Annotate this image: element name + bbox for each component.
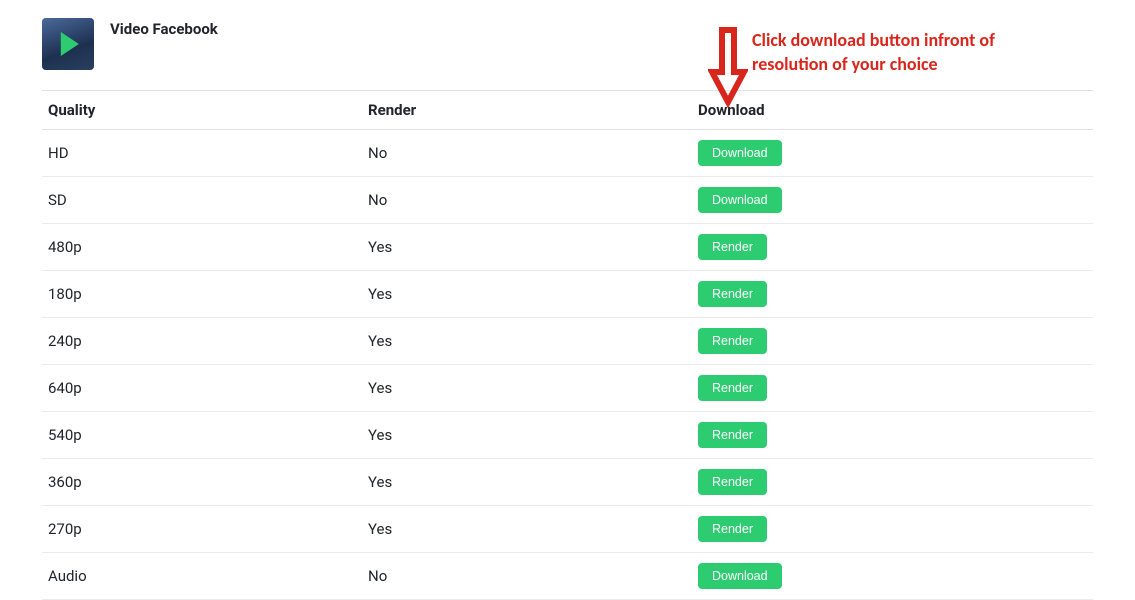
table-row: 360pYesRender <box>42 459 1093 506</box>
render-cell: Yes <box>362 506 692 553</box>
render-cell: No <box>362 177 692 224</box>
download-button[interactable]: Download <box>698 563 782 589</box>
table-row: 180pYesRender <box>42 271 1093 318</box>
download-cell: Render <box>692 318 1093 365</box>
render-cell: Yes <box>362 365 692 412</box>
quality-cell: 360p <box>42 459 362 506</box>
quality-cell: 240p <box>42 318 362 365</box>
header-download: Download <box>692 91 1093 130</box>
table-row: 540pYesRender <box>42 412 1093 459</box>
render-cell: No <box>362 553 692 600</box>
download-cell: Download <box>692 177 1093 224</box>
download-cell: Render <box>692 365 1093 412</box>
download-cell: Render <box>692 412 1093 459</box>
header-render: Render <box>362 91 692 130</box>
download-cell: Download <box>692 130 1093 177</box>
table-row: 270pYesRender <box>42 506 1093 553</box>
quality-cell: 540p <box>42 412 362 459</box>
table-row: SDNoDownload <box>42 177 1093 224</box>
download-button[interactable]: Download <box>698 140 782 166</box>
render-cell: Yes <box>362 318 692 365</box>
download-cell: Render <box>692 506 1093 553</box>
quality-cell: SD <box>42 177 362 224</box>
video-title: Video Facebook <box>110 18 218 38</box>
quality-table: Quality Render Download HDNoDownloadSDNo… <box>42 90 1093 600</box>
render-cell: Yes <box>362 271 692 318</box>
video-thumbnail[interactable] <box>42 18 94 70</box>
quality-cell: Audio <box>42 553 362 600</box>
render-button[interactable]: Render <box>698 281 767 307</box>
render-cell: Yes <box>362 412 692 459</box>
quality-cell: 270p <box>42 506 362 553</box>
download-cell: Render <box>692 459 1093 506</box>
quality-cell: 640p <box>42 365 362 412</box>
table-row: AudioNoDownload <box>42 553 1093 600</box>
render-button[interactable]: Render <box>698 375 767 401</box>
video-header: Video Facebook <box>42 18 1093 70</box>
header-quality: Quality <box>42 91 362 130</box>
quality-cell: 480p <box>42 224 362 271</box>
render-button[interactable]: Render <box>698 234 767 260</box>
table-row: 240pYesRender <box>42 318 1093 365</box>
table-row: 480pYesRender <box>42 224 1093 271</box>
download-cell: Render <box>692 271 1093 318</box>
render-cell: Yes <box>362 224 692 271</box>
play-icon <box>61 32 79 56</box>
table-row: 640pYesRender <box>42 365 1093 412</box>
render-button[interactable]: Render <box>698 422 767 448</box>
download-cell: Render <box>692 224 1093 271</box>
render-cell: No <box>362 130 692 177</box>
download-button[interactable]: Download <box>698 187 782 213</box>
table-row: HDNoDownload <box>42 130 1093 177</box>
quality-cell: 180p <box>42 271 362 318</box>
render-button[interactable]: Render <box>698 516 767 542</box>
render-button[interactable]: Render <box>698 469 767 495</box>
download-cell: Download <box>692 553 1093 600</box>
quality-cell: HD <box>42 130 362 177</box>
render-button[interactable]: Render <box>698 328 767 354</box>
render-cell: Yes <box>362 459 692 506</box>
